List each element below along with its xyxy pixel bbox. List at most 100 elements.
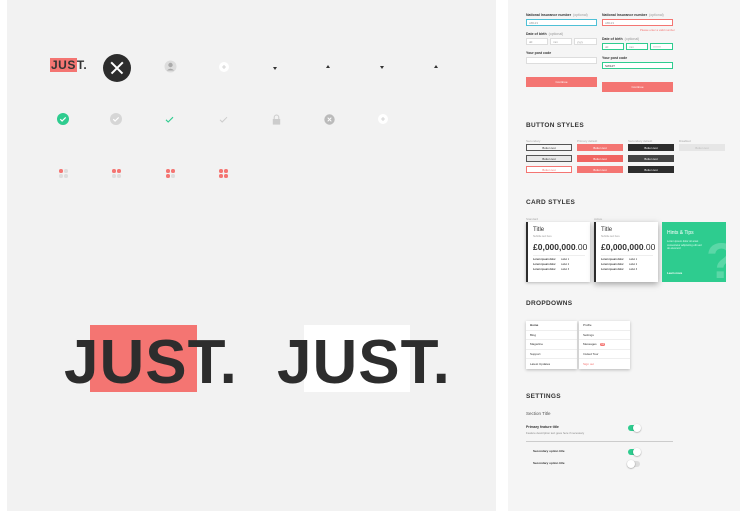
- just-logo-large: JUST.: [64, 328, 238, 397]
- secondary-button-brand[interactable]: Button text: [526, 166, 572, 173]
- postcode-label: Your post code: [526, 51, 552, 55]
- col-label-disabled: Disabled: [679, 139, 691, 143]
- hints-tips-card[interactable]: Hints & Tips Lorem ipsum dolor sit amet …: [662, 222, 726, 282]
- card-label-standard: Standard: [526, 217, 539, 221]
- lock-icon: [272, 114, 281, 125]
- dob-label: Date of birth (optional): [526, 32, 564, 36]
- card-row: Lorem ipsum dolor Label 1: [601, 258, 638, 261]
- primary-setting-desc: Feature description text goes here if ne…: [526, 431, 585, 435]
- check-circle-disabled-icon: [110, 113, 122, 125]
- dropdown-item-support[interactable]: Support: [526, 350, 577, 359]
- dropdown-item-latest[interactable]: Latest Updates: [526, 359, 577, 369]
- settings-section-title: Section Title: [526, 411, 551, 416]
- primary-button-hover[interactable]: Button text: [577, 155, 623, 162]
- dropdown-menu-nav: Home Blog Magazine Support Latest Update…: [526, 321, 577, 369]
- dots-icon: [112, 169, 121, 178]
- card-row: Lorem ipsum dolor Label 2: [601, 263, 638, 266]
- dark-button[interactable]: Button text: [628, 144, 674, 151]
- dob-day-select-valid[interactable]: dd: [602, 43, 624, 50]
- settings-title: SETTINGS: [526, 393, 561, 400]
- dark-button-active[interactable]: Button text: [628, 166, 674, 173]
- message-count-badge: 12: [599, 342, 606, 346]
- card-subtitle: Subtitle text here: [601, 235, 620, 238]
- card-row: Lorem ipsum dolor Label 3: [601, 268, 638, 271]
- secondary-setting-toggle-1[interactable]: [628, 448, 641, 456]
- continue-button-2[interactable]: Continue: [602, 82, 673, 92]
- disabled-button: Button text: [679, 144, 725, 151]
- error-message: Please enter a valid number: [640, 28, 675, 32]
- dob-day-select[interactable]: dd: [526, 38, 548, 45]
- close-circle-icon[interactable]: [103, 54, 131, 82]
- primary-button[interactable]: Button text: [577, 144, 623, 151]
- card-title: Title: [533, 227, 545, 233]
- icon-showcase-panel: [7, 0, 496, 511]
- ni-label: National Insurance number (optional): [526, 13, 588, 17]
- secondary-button-hover[interactable]: Button text: [526, 155, 572, 162]
- secondary-setting-title-2: Secondary option title: [533, 461, 565, 465]
- secondary-setting-title-1: Secondary option title: [533, 449, 565, 453]
- card-styles-title: CARD STYLES: [526, 199, 576, 206]
- ni-label-error: National Insurance number (optional): [602, 13, 664, 17]
- dropdown-item-magazine[interactable]: Magazine: [526, 340, 577, 350]
- dark-button-hover[interactable]: Button text: [628, 155, 674, 162]
- caret-down-icon[interactable]: [273, 67, 277, 70]
- caret-down-icon[interactable]: [380, 66, 384, 69]
- card-amount: £0,000,000.00: [601, 242, 656, 252]
- postcode-input-valid[interactable]: SW12T: [602, 62, 673, 69]
- button-styles-title: BUTTON STYLES: [526, 122, 584, 129]
- card-subtitle: Subtitle text here: [533, 235, 552, 238]
- dob-month-select-valid[interactable]: mm: [626, 43, 648, 50]
- dots-icon: [59, 169, 68, 178]
- check-circle-icon[interactable]: [57, 113, 69, 125]
- card-row: Lorem ipsum dolor Label 3: [533, 268, 570, 271]
- check-light-icon: [219, 115, 228, 124]
- dots-icon: [166, 169, 175, 178]
- tip-link[interactable]: Learn more: [667, 271, 682, 275]
- dots-icon: [219, 169, 228, 178]
- dropdown-menu-account: Profile Settings Messages 12 Invited Tour…: [579, 321, 630, 369]
- dob-label-valid: Date of birth (optional): [602, 37, 640, 41]
- card-amount: £0,000,000.00: [533, 242, 588, 252]
- caret-up-icon[interactable]: [326, 65, 330, 68]
- secondary-button[interactable]: Button text: [526, 144, 572, 151]
- dropdown-item-blog[interactable]: Blog: [526, 331, 577, 340]
- secondary-setting-toggle-2[interactable]: [627, 460, 640, 468]
- card-standard[interactable]: Title Subtitle text here £0,000,000.00 L…: [526, 222, 590, 282]
- user-icon[interactable]: [164, 60, 177, 73]
- ni-input-error[interactable]: AB123: [602, 19, 673, 26]
- col-label-secondary-default: Secondary default: [628, 139, 653, 143]
- primary-setting-toggle[interactable]: [628, 424, 641, 432]
- postcode-input[interactable]: [526, 57, 597, 64]
- col-label-secondary: Secondary: [526, 139, 541, 143]
- card-title: Title: [601, 227, 613, 233]
- just-logo-large-white: JUST.: [277, 328, 451, 397]
- dropdown-item-signout[interactable]: Sign out: [579, 359, 630, 369]
- tip-body: Lorem ipsum dolor sit amet consectetur a…: [667, 240, 702, 251]
- clear-icon[interactable]: [324, 114, 335, 125]
- continue-button[interactable]: Continue: [526, 77, 597, 87]
- ni-input-focused[interactable]: AB123: [526, 19, 597, 26]
- card-label-active: Active: [594, 217, 603, 221]
- card-row: Lorem ipsum dolor Label 1: [533, 258, 570, 261]
- dropdown-item-messages[interactable]: Messages 12: [579, 340, 630, 350]
- plus-icon[interactable]: [378, 114, 388, 124]
- card-row: Lorem ipsum dolor Label 2: [533, 263, 570, 266]
- primary-setting-title: Primary feature title: [526, 425, 559, 429]
- primary-button-active[interactable]: Button text: [577, 166, 623, 173]
- dob-month-select[interactable]: mm: [550, 38, 572, 45]
- question-mark-icon: ?: [706, 232, 726, 282]
- dropdown-item-home[interactable]: Home: [526, 321, 577, 331]
- plus-icon[interactable]: [219, 62, 229, 72]
- dob-year-select[interactable]: yyyy: [574, 38, 597, 45]
- card-active[interactable]: Title Subtitle text here £0,000,000.00 L…: [594, 222, 658, 282]
- dropdowns-title: DROPDOWNS: [526, 300, 573, 307]
- postcode-label-valid: Your post code: [602, 56, 628, 60]
- check-icon: [165, 115, 174, 124]
- dropdown-item-settings[interactable]: Settings: [579, 331, 630, 340]
- just-logo-small: JUST.: [50, 58, 88, 72]
- dob-year-select-valid[interactable]: YYYY: [650, 43, 673, 50]
- dropdown-item-profile[interactable]: Profile: [579, 321, 630, 331]
- dropdown-item-tour[interactable]: Invited Tour: [579, 350, 630, 359]
- col-label-primary: Primary default: [577, 139, 598, 143]
- caret-up-icon[interactable]: [434, 65, 438, 68]
